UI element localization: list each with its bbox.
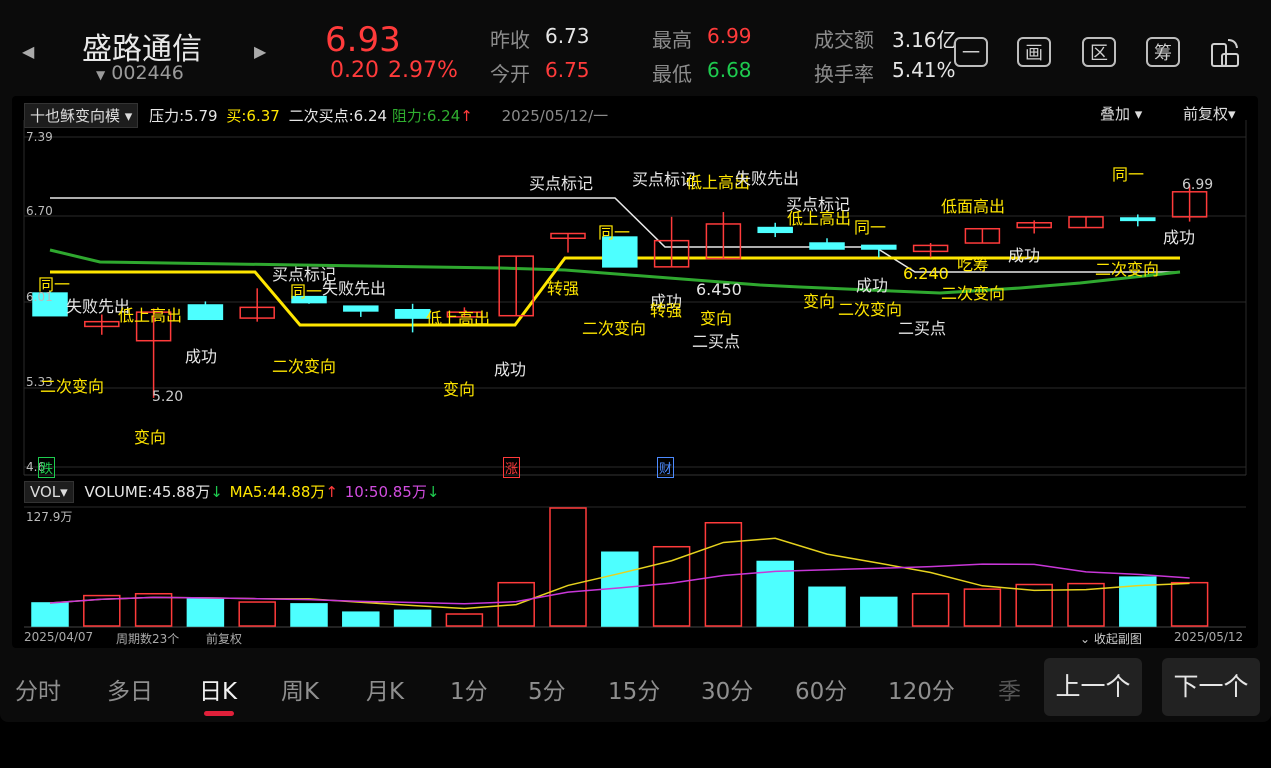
signal-label: 吃筹 xyxy=(957,255,990,274)
volume-bar xyxy=(393,609,432,627)
signal-label: 失败先出 xyxy=(735,169,800,188)
candle-body xyxy=(394,308,431,319)
signal-label: 低面高出 xyxy=(941,197,1006,216)
volume-bar xyxy=(238,601,276,627)
signal-label: 二买点 xyxy=(692,332,741,351)
volume-bar xyxy=(860,596,898,627)
signal-label: 转强 xyxy=(650,301,683,320)
y-tick-label: 7.39 xyxy=(26,130,53,144)
signal-label: 变向 xyxy=(134,428,167,447)
candle-body xyxy=(809,242,845,250)
signal-label: 成功 xyxy=(1008,246,1041,265)
ma10-value: 10:50.85万↓ xyxy=(344,483,440,501)
signal-label: 二次变向 xyxy=(941,284,1006,303)
signal-label: 变向 xyxy=(803,292,836,311)
signal-label: 二次变向 xyxy=(838,300,903,319)
candle-body xyxy=(187,304,224,321)
candle-body xyxy=(343,305,379,312)
vol-max-label: 127.9万 xyxy=(26,510,73,524)
signal-label: 成功 xyxy=(494,360,527,379)
signal-label: 二次变向 xyxy=(1095,260,1160,279)
volume-bar xyxy=(808,586,846,627)
tab-weekly-k[interactable]: 周K xyxy=(281,672,319,706)
vol-adjust: 前复权 xyxy=(206,632,243,646)
signal-label: 6.450 xyxy=(696,280,742,299)
signal-label: 同一 xyxy=(854,218,887,237)
candlestick-chart[interactable] xyxy=(0,0,1271,768)
start-date: 2025/04/07 xyxy=(24,630,94,644)
marker-up[interactable]: 涨 xyxy=(503,457,521,478)
active-tab-indicator xyxy=(204,711,234,716)
end-date: 2025/05/12 xyxy=(1174,630,1244,644)
marker-down[interactable]: 跌 xyxy=(38,457,56,478)
tab-120min[interactable]: 120分 xyxy=(888,672,955,706)
vol-indicator-selector[interactable]: VOL▾ xyxy=(24,481,74,503)
volume-bar xyxy=(342,611,380,627)
signal-label: 失败先出 xyxy=(322,279,387,298)
y-tick-label: 6.70 xyxy=(26,204,53,218)
signal-label: 二次变向 xyxy=(40,377,105,396)
signal-label: 转强 xyxy=(547,279,580,298)
signal-label: 变向 xyxy=(443,380,476,399)
next-button[interactable]: 下一个 xyxy=(1162,658,1260,716)
signal-label: 低上高出 xyxy=(787,209,852,228)
collapse-subchart-button[interactable]: ⌄ 收起副图 xyxy=(1080,630,1142,647)
tab-multi-day[interactable]: 多日 xyxy=(107,672,153,706)
volume-bar xyxy=(963,588,1002,627)
high-price-label: 6.99 xyxy=(1182,177,1214,193)
candle-body xyxy=(1120,217,1156,222)
signal-label: 成功 xyxy=(856,276,889,295)
tab-15min[interactable]: 15分 xyxy=(608,672,660,706)
volume-bar xyxy=(652,545,691,627)
signal-label: 买点标记 xyxy=(529,174,594,193)
signal-label: 二买点 xyxy=(898,319,947,338)
low-price-label: 5.20 xyxy=(152,389,184,405)
signal-label: 成功 xyxy=(185,347,218,366)
prev-button[interactable]: 上一个 xyxy=(1044,658,1142,716)
tab-5min[interactable]: 5分 xyxy=(528,672,566,706)
tab-1min[interactable]: 1分 xyxy=(450,672,488,706)
tab-60min[interactable]: 60分 xyxy=(795,672,847,706)
volume-bar xyxy=(445,613,484,627)
signal-label: 同一 xyxy=(598,223,631,242)
signal-label: 低上高出 xyxy=(426,309,491,328)
tab-daily-k[interactable]: 日K xyxy=(199,672,237,706)
period-count: 周期数23个 xyxy=(116,632,180,646)
volume-bar xyxy=(549,507,587,627)
ma5-value: MA5:44.88万↑ xyxy=(229,483,338,501)
signal-label: 低上高出 xyxy=(118,306,183,325)
tab-30min[interactable]: 30分 xyxy=(701,672,753,706)
signal-label: 二次变向 xyxy=(582,319,647,338)
signal-label: 成功 xyxy=(1163,228,1196,247)
volume-value: VOLUME:45.88万↓ xyxy=(84,483,223,501)
volume-bar xyxy=(290,603,328,627)
candle-body xyxy=(861,244,897,250)
volume-bar xyxy=(1170,581,1209,627)
marker-finance[interactable]: 财 xyxy=(657,457,675,478)
vol-legend: VOL▾ VOLUME:45.88万↓ MA5:44.88万↑ 10:50.85… xyxy=(24,481,439,503)
signal-label: 变向 xyxy=(700,309,733,328)
signal-label: 同一 xyxy=(290,282,323,301)
signal-label: 同一 xyxy=(1112,165,1145,184)
volume-bar xyxy=(911,592,950,627)
tab-intraday[interactable]: 分时 xyxy=(15,672,61,706)
signal-label: 同一 xyxy=(38,275,71,294)
volume-bar xyxy=(186,598,225,627)
volume-bar xyxy=(31,602,69,627)
tab-quarter[interactable]: 季 xyxy=(998,672,1021,706)
signal-label: 二次变向 xyxy=(272,357,337,376)
tab-monthly-k[interactable]: 月K xyxy=(366,672,404,706)
